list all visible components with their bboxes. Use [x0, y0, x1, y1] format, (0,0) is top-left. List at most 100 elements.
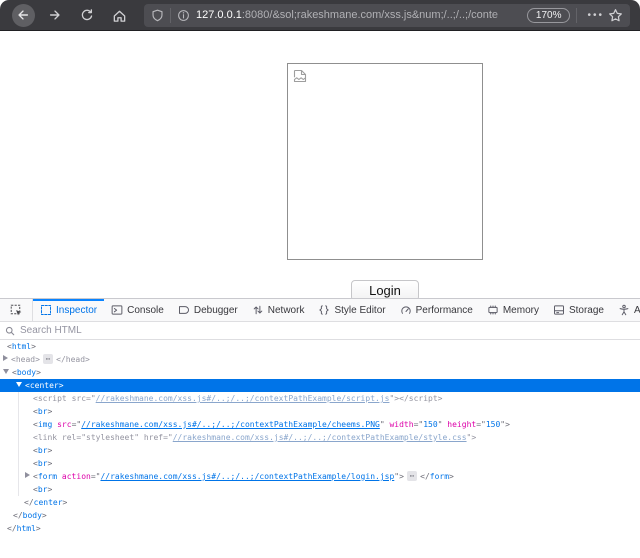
inline-expand-badge[interactable]: ⋯ — [43, 354, 53, 364]
inspector-icon — [40, 304, 52, 316]
code-segment: > — [85, 355, 90, 364]
tab-inspector[interactable]: Inspector — [33, 299, 104, 321]
tree-row-script-node[interactable]: <script src="//rakeshmane.com/xss.js#/..… — [0, 392, 640, 405]
tab-label: Storage — [569, 305, 604, 316]
tree-row-link-node[interactable]: <link rel="stylesheet" href="//rakeshman… — [0, 431, 640, 444]
tab-label: Accessibility — [634, 305, 640, 316]
attribute-link[interactable]: //rakeshmane.com/xss.js#/..;/..;/context… — [81, 420, 380, 429]
code-segment: script — [38, 394, 67, 403]
home-icon — [112, 8, 127, 23]
reload-icon — [80, 8, 94, 22]
tab-label: Inspector — [56, 305, 97, 316]
bookmark-star-icon[interactable] — [608, 8, 623, 23]
tree-row-br-node-4[interactable]: <br> — [0, 483, 640, 496]
code-segment: action — [62, 472, 91, 481]
tree-row-center-open[interactable]: <center> — [0, 379, 640, 392]
search-icon — [5, 326, 15, 336]
tree-row-form-collapsed[interactable]: <form action="//rakeshmane.com/xss.js#/.… — [0, 470, 640, 483]
code-segment: </ — [56, 355, 66, 364]
back-button-circle — [12, 4, 35, 27]
tree-row-head-collapsed[interactable]: <head>⋯</head> — [0, 353, 640, 366]
accessibility-icon — [618, 304, 630, 316]
tree-row-br-node-2[interactable]: <br> — [0, 444, 640, 457]
code-segment: =" — [414, 420, 424, 429]
tree-row-br-node-1[interactable]: <br> — [0, 405, 640, 418]
tab-label: Style Editor — [334, 305, 385, 316]
code-segment: head — [16, 355, 35, 364]
code-segment: > — [438, 394, 443, 403]
page-actions-icon[interactable]: ••• — [587, 10, 604, 21]
code-segment: form — [430, 472, 449, 481]
code-segment: </ — [13, 511, 23, 520]
search-placeholder: Search HTML — [20, 325, 82, 336]
code-segment: > — [31, 342, 36, 351]
code-segment: "> — [467, 433, 477, 442]
tree-row-body-open[interactable]: <body> — [0, 366, 640, 379]
attribute-link[interactable]: //rakeshmane.com/xss.js#/..;/..;/context… — [173, 433, 467, 442]
site-info-icon[interactable] — [177, 9, 190, 22]
code-segment: href — [144, 433, 163, 442]
tab-label: Debugger — [194, 305, 238, 316]
attribute-link[interactable]: //rakeshmane.com/xss.js#/..;/..;/context… — [100, 472, 394, 481]
code-segment: script — [409, 394, 438, 403]
reload-button[interactable] — [74, 2, 100, 28]
zoom-level-badge[interactable]: 170% — [527, 8, 571, 23]
code-segment: > — [449, 472, 454, 481]
forward-button[interactable] — [42, 2, 68, 28]
page-content: Login — [0, 32, 640, 298]
collapse-arrow-icon[interactable] — [3, 369, 9, 374]
code-segment: =" — [76, 433, 86, 442]
code-segment: form — [38, 472, 57, 481]
code-segment: =" — [163, 433, 173, 442]
performance-icon — [400, 304, 412, 316]
tab-performance[interactable]: Performance — [393, 299, 480, 321]
url-text[interactable]: 127.0.0.1:8080/&sol;rakeshmane.com/xss.j… — [196, 9, 523, 21]
code-segment: src — [72, 394, 86, 403]
code-segment: html — [12, 342, 31, 351]
broken-image-box — [287, 63, 483, 260]
attribute-link[interactable]: //rakeshmane.com/xss.js#/..;/..;/context… — [96, 394, 390, 403]
collapse-arrow-icon[interactable] — [16, 382, 22, 387]
devtools-panel: Inspector Console Debugger Network Style Edi… — [0, 298, 640, 558]
pick-element-button[interactable] — [0, 299, 33, 321]
tab-memory[interactable]: Memory — [480, 299, 546, 321]
code-segment: =" — [476, 420, 486, 429]
tab-network[interactable]: Network — [245, 299, 312, 321]
network-icon — [252, 304, 264, 316]
tree-row-body-close[interactable]: </body> — [0, 509, 640, 522]
expand-arrow-icon[interactable] — [3, 355, 8, 361]
code-segment: center — [34, 498, 63, 507]
tree-row-img-node[interactable]: <img src="//rakeshmane.com/xss.js#/..;/.… — [0, 418, 640, 431]
tab-style-editor[interactable]: Style Editor — [311, 299, 392, 321]
code-segment: link — [38, 433, 57, 442]
code-segment: </ — [24, 498, 34, 507]
home-button[interactable] — [106, 2, 132, 28]
storage-icon — [553, 304, 565, 316]
code-segment: " — [438, 420, 448, 429]
memory-icon — [487, 304, 499, 316]
expand-arrow-icon[interactable] — [25, 472, 30, 478]
code-segment: > — [47, 459, 52, 468]
tab-debugger[interactable]: Debugger — [171, 299, 245, 321]
code-segment: src — [57, 420, 71, 429]
tree-row-html-close[interactable]: </html> — [0, 522, 640, 535]
search-html-input[interactable]: Search HTML — [0, 322, 640, 340]
tracking-protection-shield-icon[interactable] — [151, 9, 164, 22]
tab-accessibility[interactable]: Accessibility — [611, 299, 640, 321]
back-button[interactable] — [10, 2, 36, 28]
inline-expand-badge[interactable]: ⋯ — [407, 471, 417, 481]
url-bar[interactable]: 127.0.0.1:8080/&sol;rakeshmane.com/xss.j… — [144, 4, 630, 27]
code-segment: > — [42, 511, 47, 520]
tree-row-br-node-3[interactable]: <br> — [0, 457, 640, 470]
tab-storage[interactable]: Storage — [546, 299, 611, 321]
tree-row-center-close[interactable]: </center> — [0, 496, 640, 509]
tab-label: Network — [268, 305, 305, 316]
tab-console[interactable]: Console — [104, 299, 171, 321]
style-editor-icon — [318, 304, 330, 316]
url-domain: 127.0.0.1 — [196, 9, 242, 21]
urlbar-separator — [170, 8, 171, 23]
code-segment: img — [38, 420, 52, 429]
tree-row-html-open[interactable]: <html> — [0, 340, 640, 353]
code-segment: head — [66, 355, 85, 364]
html-tree: <html><head>⋯</head><body><center><scrip… — [0, 340, 640, 535]
